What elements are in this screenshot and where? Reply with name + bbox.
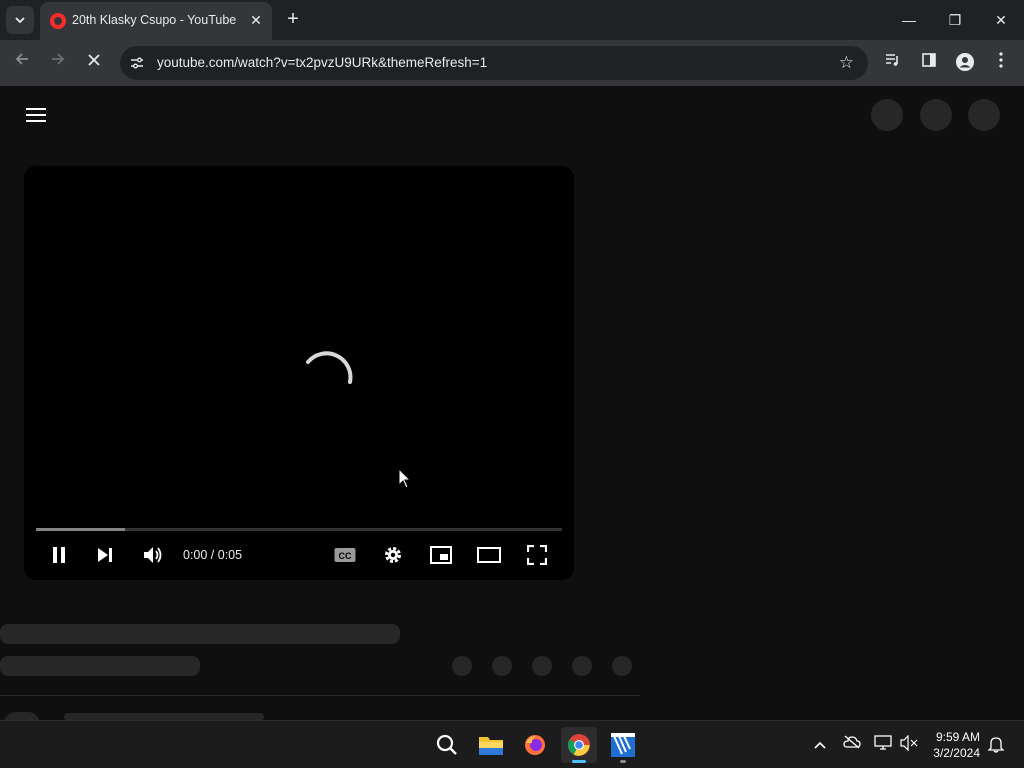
tab-search-button[interactable]: [6, 6, 34, 34]
taskbar-firefox[interactable]: [517, 727, 553, 763]
restore-button[interactable]: ❐: [943, 8, 967, 32]
svg-text:CC: CC: [339, 551, 352, 561]
new-tab-button[interactable]: +: [282, 8, 304, 30]
theater-mode-button[interactable]: [476, 542, 502, 568]
miniplayer-button[interactable]: [428, 542, 454, 568]
buffered-bar: [36, 528, 126, 531]
browser-titlebar: 20th Klasky Csupo - YouTube ✕ + — ❐ ✕: [0, 0, 1024, 40]
pause-button[interactable]: [46, 542, 72, 568]
subtitles-button[interactable]: CC: [332, 542, 358, 568]
time-display: 0:00 / 0:05: [183, 548, 243, 562]
taskbar-search[interactable]: [429, 727, 465, 763]
fullscreen-icon: [527, 545, 547, 565]
mouse-cursor-icon: [398, 468, 412, 489]
site-settings-icon[interactable]: [129, 55, 145, 71]
fullscreen-button[interactable]: [524, 542, 550, 568]
tab-close-icon[interactable]: ✕: [248, 12, 264, 28]
firefox-icon: [525, 735, 545, 755]
chevron-down-icon: [15, 17, 25, 24]
volume-button[interactable]: [140, 542, 166, 568]
taskbar-file-explorer[interactable]: [473, 727, 509, 763]
search-icon: [436, 734, 457, 755]
notification-bell-icon[interactable]: [986, 735, 1006, 755]
browser-menu-icon[interactable]: [990, 52, 1012, 74]
windows-taskbar: 9:59 AM 3/2/2024: [0, 720, 1024, 768]
file-explorer-icon: [479, 737, 503, 755]
cc-icon: CC: [334, 548, 356, 562]
running-app-indicator: [620, 760, 626, 763]
settings-icon: [385, 547, 401, 563]
taskbar-chrome[interactable]: [561, 727, 597, 763]
address-bar[interactable]: youtube.com/watch?v=tx2pvzU9URk&themeRef…: [120, 46, 868, 80]
miniplayer-icon: [430, 546, 452, 564]
taskbar-video-editor[interactable]: [605, 727, 641, 763]
next-button[interactable]: [92, 542, 118, 568]
pause-icon: [53, 547, 65, 563]
stop-x-icon: [88, 54, 100, 66]
action-skeleton: [452, 656, 472, 676]
network-icon[interactable]: [873, 735, 893, 755]
arrow-right-icon: [52, 53, 65, 65]
active-app-indicator: [572, 760, 586, 763]
bookmark-star-icon[interactable]: ☆: [839, 53, 854, 73]
volume-icon: [144, 547, 162, 563]
next-icon: [98, 548, 112, 562]
settings-button[interactable]: [380, 542, 406, 568]
header-placeholder-circle: [968, 99, 1000, 131]
youtube-favicon-icon: [50, 13, 66, 29]
tab-title: 20th Klasky Csupo - YouTube: [72, 13, 237, 27]
hamburger-menu-icon[interactable]: [26, 108, 46, 122]
media-control-icon[interactable]: [882, 52, 904, 74]
browser-tab-active[interactable]: 20th Klasky Csupo - YouTube ✕: [40, 2, 272, 40]
loading-spinner-icon: [306, 351, 353, 384]
action-skeleton: [612, 656, 632, 676]
close-window-button[interactable]: ✕: [989, 8, 1013, 32]
clock-time: 9:59 AM: [935, 730, 980, 744]
stop-loading-button[interactable]: [82, 51, 106, 75]
arrow-left-icon: [15, 53, 28, 65]
tray-overflow-icon[interactable]: [810, 735, 830, 755]
chrome-icon: [568, 734, 590, 756]
url-text: youtube.com/watch?v=tx2pvzU9URk&themeRef…: [157, 55, 488, 70]
side-panel-icon[interactable]: [918, 52, 940, 74]
video-editor-icon: [611, 733, 635, 757]
youtube-page: 0:00 / 0:05 CC: [0, 86, 1024, 724]
profile-avatar-icon[interactable]: [954, 52, 976, 74]
minimize-button[interactable]: —: [897, 8, 921, 32]
title-skeleton: [0, 624, 400, 644]
system-clock[interactable]: 9:59 AM 3/2/2024: [933, 729, 980, 761]
clock-date: 3/2/2024: [933, 746, 980, 760]
progress-bar[interactable]: [36, 528, 562, 531]
browser-toolbar: youtube.com/watch?v=tx2pvzU9URk&themeRef…: [0, 40, 1024, 86]
header-placeholder-circle: [920, 99, 952, 131]
forward-button[interactable]: [46, 51, 70, 75]
channel-skeleton: [0, 656, 200, 676]
action-skeleton: [492, 656, 512, 676]
back-button[interactable]: [10, 51, 34, 75]
video-player[interactable]: 0:00 / 0:05 CC: [24, 166, 574, 580]
divider: [0, 695, 640, 696]
theater-icon: [477, 547, 501, 563]
volume-muted-icon[interactable]: [899, 734, 919, 755]
action-skeleton: [572, 656, 592, 676]
action-skeleton: [532, 656, 552, 676]
header-placeholder-circle: [871, 99, 903, 131]
onedrive-offline-icon[interactable]: [842, 735, 862, 755]
